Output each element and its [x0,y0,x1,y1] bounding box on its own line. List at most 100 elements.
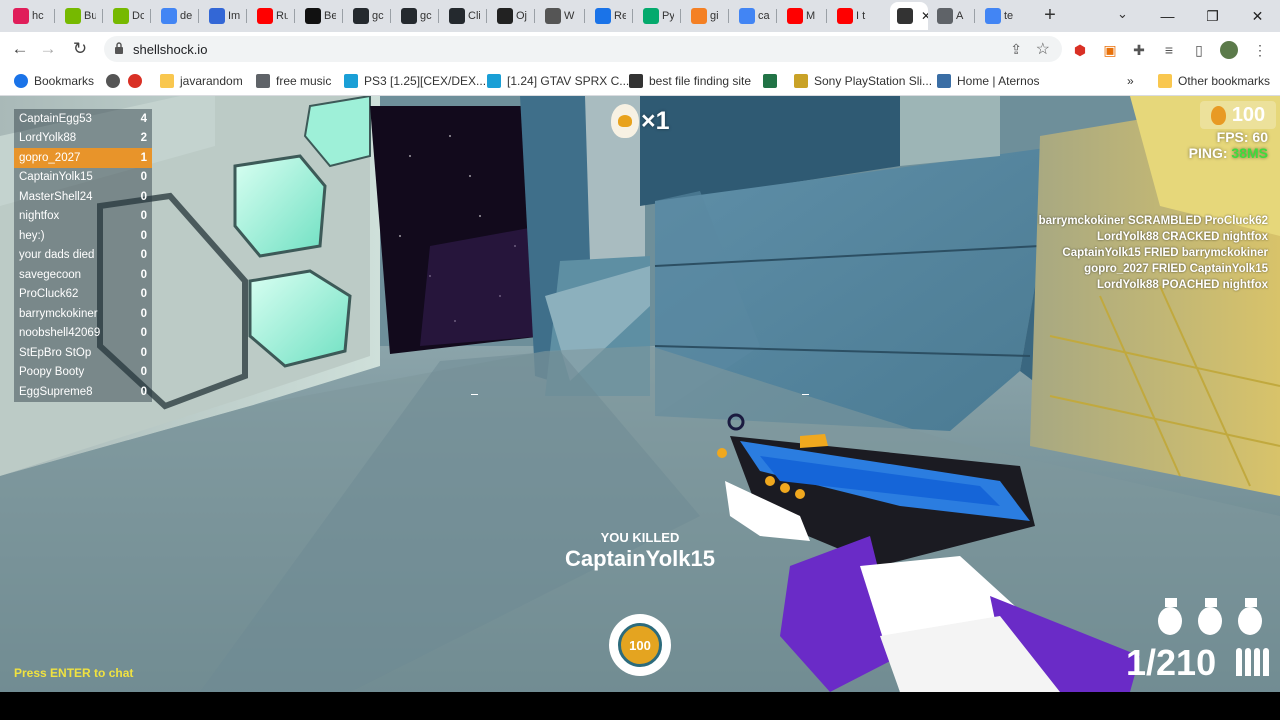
chat-hint[interactable]: Press ENTER to chat [14,666,133,680]
bookmark-label: Home | Aternos [957,74,1040,88]
player-name: Poopy Booty [19,366,85,379]
leaderboard-row: EggSupreme8 0 [14,382,152,402]
tab-title: I t [856,10,866,22]
bookmark-item[interactable] [128,71,142,91]
tab-title: de [180,10,192,22]
grid-icon [937,74,951,88]
grenade-icon [1158,598,1182,635]
back-icon[interactable]: ← [8,38,32,60]
folder-icon [1158,74,1172,88]
tab-title: Bu [84,10,96,22]
browser-tab[interactable]: Re [588,2,632,30]
image-icon [937,8,953,24]
grenade-inventory [1155,596,1265,636]
bookmark-item[interactable]: Sony PlayStation Sli... [794,71,932,91]
tab-title: Re [614,10,626,22]
bookmark-item[interactable] [763,71,777,91]
minimize-icon[interactable]: — [1145,0,1190,32]
extension-icon[interactable]: ▣ [1101,41,1119,59]
browser-tab[interactable]: Be [298,2,342,30]
player-name: barrymckokiner [19,307,98,320]
tab-title: hc [32,10,44,22]
bookmark-item[interactable]: javarandom [160,71,243,91]
address-bar[interactable]: shellshock.io ⇪ ☆ [104,36,1062,62]
ping-value: 38MS [1231,145,1268,161]
share-icon[interactable]: ⇪ [1010,41,1022,58]
tab-separator [438,9,439,23]
browser-tab[interactable]: gi [684,2,728,30]
game-viewport[interactable]: CaptainEgg53 4 LordYolk88 2 gopro_2027 1 Capta… [0,96,1280,692]
browser-tab[interactable]: Py [636,2,680,30]
restore-icon[interactable]: ❐ [1190,0,1235,32]
browser-tab[interactable]: M [780,2,824,30]
avatar[interactable] [1220,41,1238,59]
bookmark-item[interactable]: Bookmarks [14,71,94,91]
media-control-icon[interactable]: ≡ [1160,41,1178,59]
browser-tab[interactable]: Oj [490,2,534,30]
browser-tab[interactable]: te [978,2,1022,30]
browser-tab[interactable]: ca [732,2,776,30]
browser-tab[interactable]: Im [202,2,246,30]
browser-tab[interactable]: ✕ [890,2,928,30]
browser-tab[interactable]: Bu [58,2,102,30]
health-egg-icon: 100 [618,623,662,667]
browser-tab[interactable]: W [538,2,582,30]
more-bookmarks-icon[interactable]: » [1127,71,1134,91]
player-score: 1 [140,151,147,164]
tab-title: A [956,10,964,22]
bookmark-item[interactable] [106,71,120,91]
close-tab-icon[interactable]: ✕ [921,9,928,23]
leaderboard-row: LordYolk88 2 [14,128,152,148]
player-score: 0 [140,249,147,262]
browser-tab[interactable]: hc [6,2,50,30]
bookmark-item[interactable]: [1.24] GTAV SPRX C... [487,71,629,91]
nvidia-icon [65,8,81,24]
browser-tab[interactable]: A [930,2,974,30]
tab-title: Im [228,10,240,22]
close-window-icon[interactable]: ✕ [1235,0,1280,32]
google-icon [739,8,755,24]
kill-streak: ×1 [611,104,670,138]
player-score: 0 [140,190,147,203]
browser-tab[interactable]: gc [394,2,438,30]
browser-tab[interactable]: Dc [106,2,150,30]
reload-icon[interactable]: ↻ [68,38,92,60]
player-name: noobshell42069 [19,327,101,340]
browser-tab[interactable]: de [154,2,198,30]
forward-icon[interactable]: → [36,38,60,60]
tab-strip: hc Bu Dc de Im Ru Be gc gc Cli Oj W Re Py gi ca M I t ✕ Ate… [0,0,1280,32]
egg-coin-icon [1210,105,1226,125]
tab-separator [342,9,343,23]
slack-icon [13,8,29,24]
side-panel-icon[interactable]: ▯ [1190,41,1208,59]
browser-tab[interactable]: Cli [442,2,486,30]
bookmark-item[interactable]: PS3 [1.25][CEX/DEX... [344,71,486,91]
tab-separator [534,9,535,23]
player-name: hey:) [19,229,45,242]
tab-separator [632,9,633,23]
tab-search-icon[interactable]: ⌄ [1117,6,1128,22]
player-score: 0 [140,288,147,301]
bookmark-star-icon[interactable]: ☆ [1036,39,1050,59]
ping-label: PING: [1188,145,1228,161]
github-icon [353,8,369,24]
browser-tab[interactable]: gc [346,2,390,30]
browser-tab[interactable]: Ru [250,2,294,30]
killfeed-entry: LordYolk88 CRACKED nightfox [1096,231,1268,243]
camera-icon [629,74,643,88]
extension-icon[interactable]: ⬢ [1071,41,1089,59]
bookmark-item[interactable]: free music [256,71,331,91]
player-score: 0 [140,366,147,379]
leaderboard-row: gopro_2027 1 [14,148,152,168]
other-bookmarks[interactable]: Other bookmarks [1158,71,1270,91]
bookmark-item[interactable]: Home | Aternos [937,71,1040,91]
menu-icon[interactable]: ⋮ [1251,41,1269,59]
tab-title: M [806,10,816,22]
tab-title: gc [420,10,432,22]
puzzle-icon[interactable]: ✚ [1130,41,1148,59]
new-tab-button[interactable]: + [1039,5,1061,27]
github-icon [401,8,417,24]
browser-tab[interactable]: I t [830,2,874,30]
player-score: 4 [140,112,147,125]
bookmark-item[interactable]: best file finding site [629,71,751,91]
